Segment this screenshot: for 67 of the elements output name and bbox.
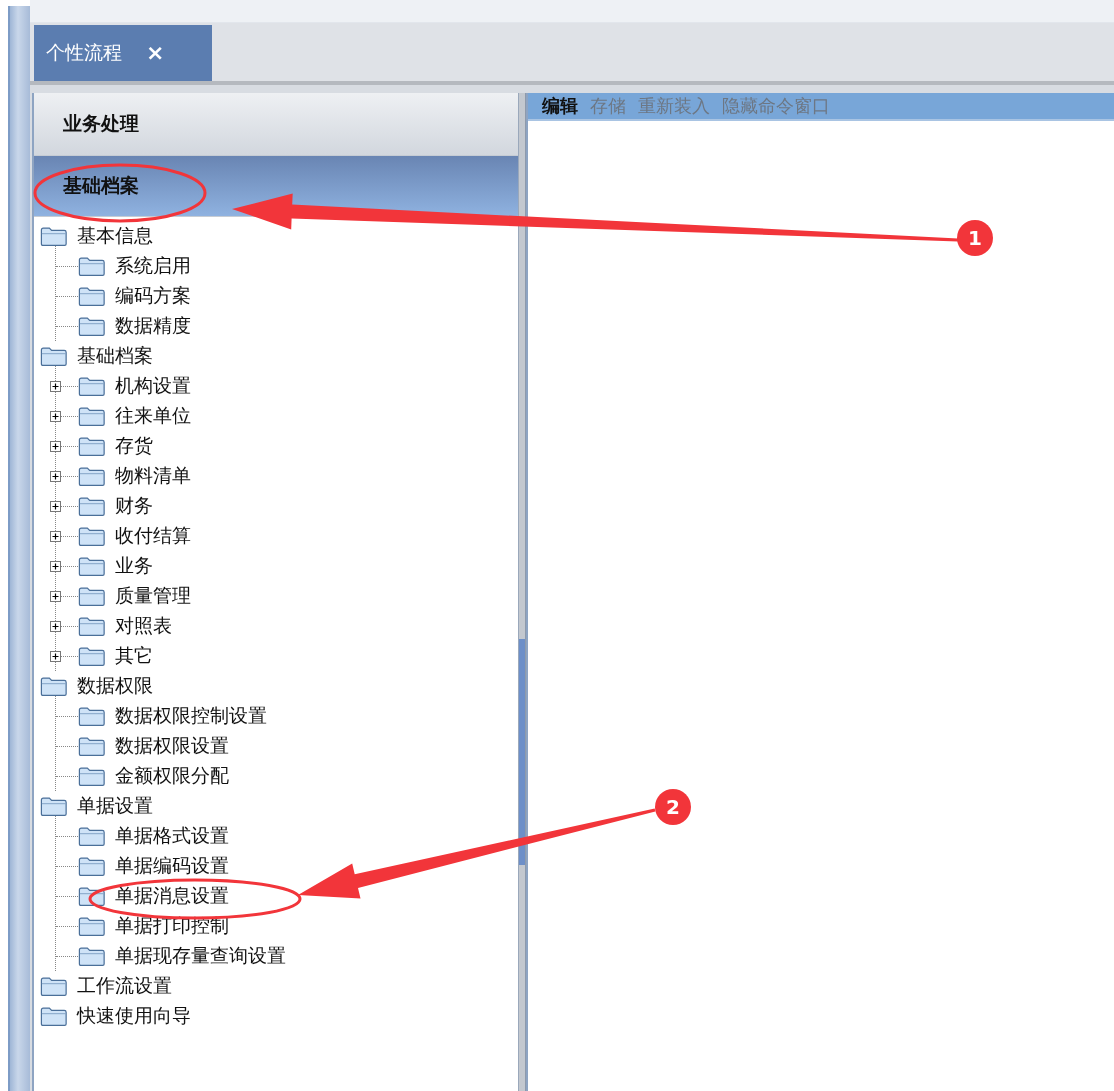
tree-item[interactable]: 单据消息设置 [115, 883, 229, 909]
folder-icon [78, 315, 106, 337]
folder-icon [78, 915, 106, 937]
tree-item[interactable]: 数据精度 [115, 313, 191, 339]
tree-item[interactable]: 编码方案 [115, 283, 191, 309]
folder-icon [78, 615, 106, 637]
expand-toggle[interactable] [50, 440, 61, 452]
tree-item[interactable]: 基本信息 [77, 223, 153, 249]
tree-item[interactable]: 往来单位 [115, 403, 191, 429]
folder-icon [78, 405, 106, 427]
folder-icon [78, 825, 106, 847]
folder-icon [78, 945, 106, 967]
folder-icon [40, 675, 68, 697]
folder-icon [40, 345, 68, 367]
tree-item[interactable]: 财务 [115, 493, 153, 519]
tree-item[interactable]: 单据格式设置 [115, 823, 229, 849]
tree-item[interactable]: 金额权限分配 [115, 763, 229, 789]
expand-toggle[interactable] [50, 590, 61, 602]
expand-toggle[interactable] [50, 500, 61, 512]
tree-item[interactable]: 数据权限设置 [115, 733, 229, 759]
tree-item[interactable]: 对照表 [115, 613, 172, 639]
splitter-handle[interactable] [519, 639, 525, 865]
expand-toggle[interactable] [50, 560, 61, 572]
section-header[interactable]: 业务处理 [34, 93, 518, 156]
tree-item[interactable]: 收付结算 [115, 523, 191, 549]
folder-icon [78, 735, 106, 757]
tree-item[interactable]: 物料清单 [115, 463, 191, 489]
folder-icon [78, 585, 106, 607]
tree-item[interactable]: 机构设置 [115, 373, 191, 399]
folder-icon [40, 1005, 68, 1027]
folder-icon [40, 975, 68, 997]
tree-item[interactable]: 数据权限 [77, 673, 153, 699]
tree-item[interactable]: 基础档案 [77, 343, 153, 369]
tree-item[interactable]: 单据现存量查询设置 [115, 943, 286, 969]
tree-item[interactable]: 工作流设置 [77, 973, 172, 999]
tree-item[interactable]: 其它 [115, 643, 153, 669]
tree-item[interactable]: 数据权限控制设置 [115, 703, 267, 729]
folder-icon [78, 495, 106, 517]
folder-icon [78, 285, 106, 307]
folder-icon [40, 225, 68, 247]
folder-icon [78, 525, 106, 547]
expand-toggle[interactable] [50, 380, 61, 392]
expand-toggle[interactable] [50, 650, 61, 662]
tree-item[interactable]: 单据设置 [77, 793, 153, 819]
tab[interactable]: 个性流程 × [34, 25, 212, 81]
folder-icon [78, 765, 106, 787]
expand-toggle[interactable] [50, 530, 61, 542]
folder-icon [78, 555, 106, 577]
tree-item[interactable]: 质量管理 [115, 583, 191, 609]
expand-toggle[interactable] [50, 410, 61, 422]
tree-item[interactable]: 系统启用 [115, 253, 191, 279]
expand-toggle[interactable] [50, 470, 61, 482]
folder-icon [40, 795, 68, 817]
close-button[interactable]: × [142, 40, 169, 66]
folder-icon [78, 465, 106, 487]
tree-item[interactable]: 快速使用向导 [77, 1003, 191, 1029]
tree-item[interactable]: 业务 [115, 553, 153, 579]
folder-icon [78, 645, 106, 667]
expand-toggle[interactable] [50, 620, 61, 632]
folder-icon [78, 435, 106, 457]
folder-icon [78, 375, 106, 397]
folder-icon [78, 705, 106, 727]
tree-item[interactable]: 单据编码设置 [115, 853, 229, 879]
tree-item[interactable]: 存货 [115, 433, 153, 459]
folder-icon [78, 255, 106, 277]
folder-icon [78, 855, 106, 877]
toolbar-command[interactable]: 编辑 [542, 94, 578, 118]
